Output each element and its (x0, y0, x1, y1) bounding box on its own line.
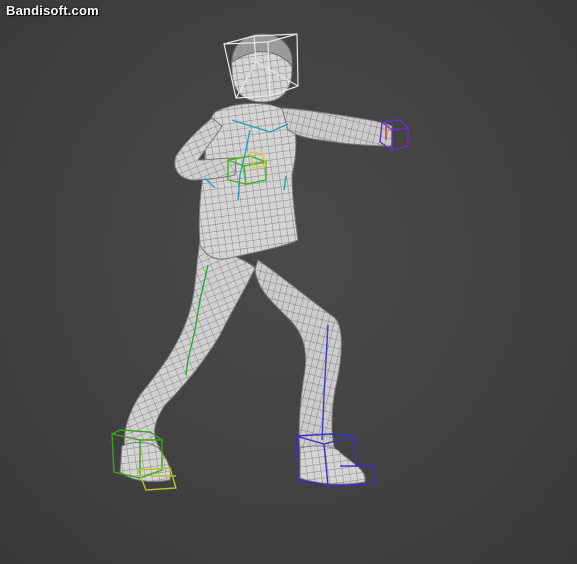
left-arm-mesh[interactable] (281, 107, 393, 147)
character-scene[interactable] (0, 0, 577, 564)
3d-viewport[interactable]: Bandisoft.com (0, 0, 577, 564)
left-leg-mesh[interactable] (254, 259, 342, 453)
right-leg-mesh[interactable] (123, 239, 256, 451)
watermark-text: Bandisoft.com (6, 3, 99, 18)
